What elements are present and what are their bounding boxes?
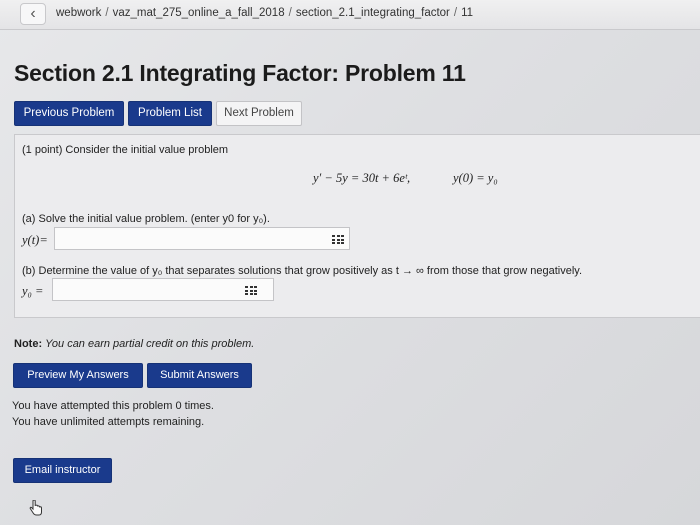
part-a-label: y(t)=: [22, 233, 48, 247]
breadcrumb-separator: /: [453, 7, 458, 19]
top-bar: ‹ webwork / vaz_mat_275_online_a_fall_2018…: [0, 0, 700, 30]
part-b-prompt: (b) Determine the value of y₀ that separ…: [22, 265, 583, 277]
initial-condition: y(0) = y₀: [453, 171, 498, 185]
partial-credit-note: Note: You can earn partial credit on thi…: [14, 338, 254, 350]
equation-editor-icon[interactable]: [332, 235, 344, 244]
page-title: Section 2.1 Integrating Factor: Problem …: [14, 60, 466, 86]
problem-panel: (1 point) Consider the initial value pro…: [14, 134, 700, 318]
part-a-answer-input[interactable]: [54, 227, 350, 250]
problem-list-button[interactable]: Problem List: [128, 101, 212, 126]
note-text: You can earn partial credit on this prob…: [45, 338, 255, 350]
submit-answers-button[interactable]: Submit Answers: [147, 363, 252, 388]
equation-editor-icon[interactable]: [245, 286, 257, 295]
breadcrumb: webwork / vaz_mat_275_online_a_fall_2018/s…: [56, 7, 473, 19]
back-button[interactable]: ‹: [20, 3, 46, 25]
hand-cursor-icon: [29, 499, 43, 521]
part-b-answer-input[interactable]: [52, 278, 274, 301]
next-problem-button[interactable]: Next Problem: [216, 101, 302, 126]
differential-equation: y′ − 5y = 30t + 6eᵗ,: [313, 171, 411, 185]
part-a-prompt: (a) Solve the initial value problem. (en…: [22, 213, 270, 225]
breadcrumb-separator: /: [288, 7, 292, 19]
breadcrumb-item-problem: 11: [461, 7, 474, 19]
breadcrumb-item-course[interactable]: vaz_mat_275_online_a_fall_2018: [113, 7, 285, 19]
preview-answers-button[interactable]: Preview My Answers: [13, 363, 143, 388]
previous-problem-button[interactable]: Previous Problem: [14, 101, 124, 126]
email-instructor-button[interactable]: Email instructor: [13, 458, 112, 483]
breadcrumb-separator: /: [105, 7, 109, 19]
part-b-label: y₀ =: [22, 284, 44, 298]
chevron-left-icon: ‹: [30, 5, 36, 22]
attempts-text: You have attempted this problem 0 times.: [12, 400, 214, 412]
problem-intro: (1 point) Consider the initial value pro…: [22, 144, 229, 156]
remaining-attempts-text: You have unlimited attempts remaining.: [12, 416, 205, 428]
breadcrumb-item-webwork[interactable]: webwork: [56, 7, 101, 19]
breadcrumb-item-section[interactable]: section_2.1_integrating_factor: [296, 7, 450, 19]
note-label: Note:: [14, 338, 43, 350]
